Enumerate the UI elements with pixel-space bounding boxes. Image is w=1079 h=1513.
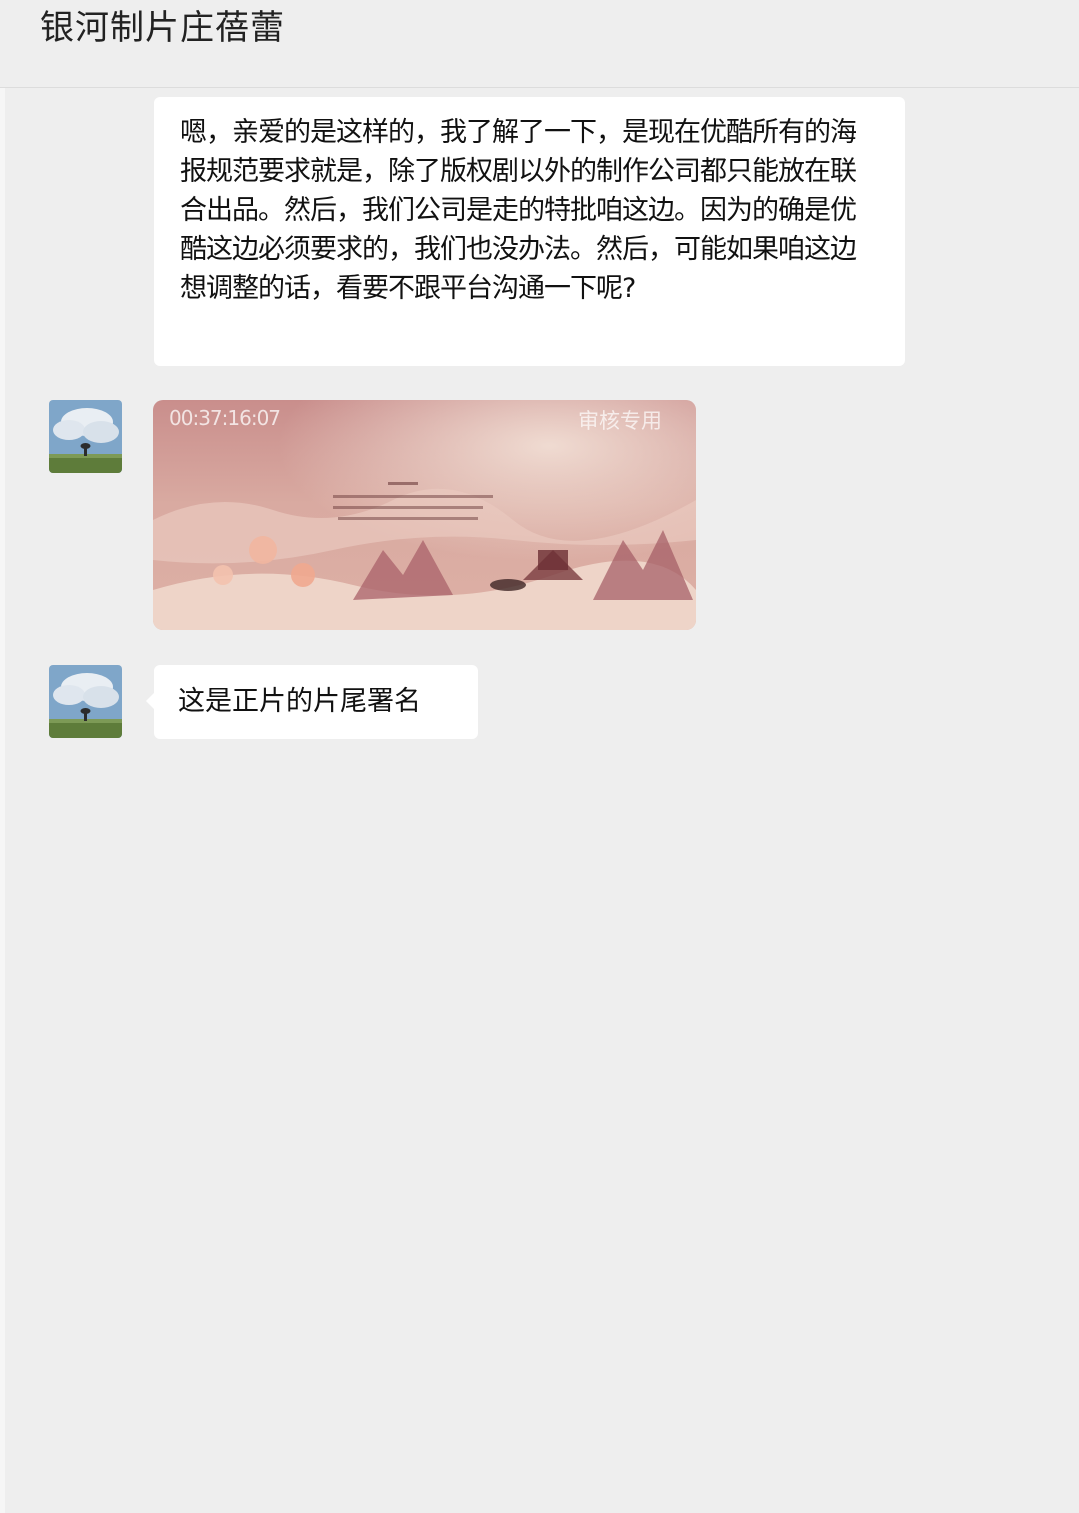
window-edge — [0, 88, 5, 1513]
message-bubble-text[interactable]: 这是正片的片尾署名 — [146, 665, 478, 739]
video-message[interactable]: 00:37:16:07 审核专用 — [153, 400, 696, 630]
chat-header: 银河制片庄蓓蕾 — [0, 0, 1079, 88]
contact-avatar[interactable] — [49, 400, 122, 473]
video-timestamp: 00:37:16:07 — [169, 406, 281, 430]
message-bubble-text[interactable]: 嗯，亲爱的是这样的，我了解了一下，是现在优酷所有的海报规范要求就是，除了版权剧以… — [154, 97, 905, 366]
video-watermark: 审核专用 — [578, 409, 662, 433]
contact-avatar[interactable] — [49, 665, 122, 738]
avatar-image — [49, 400, 122, 473]
chat-title: 银河制片庄蓓蕾 — [40, 8, 285, 48]
avatar-image — [49, 665, 122, 738]
